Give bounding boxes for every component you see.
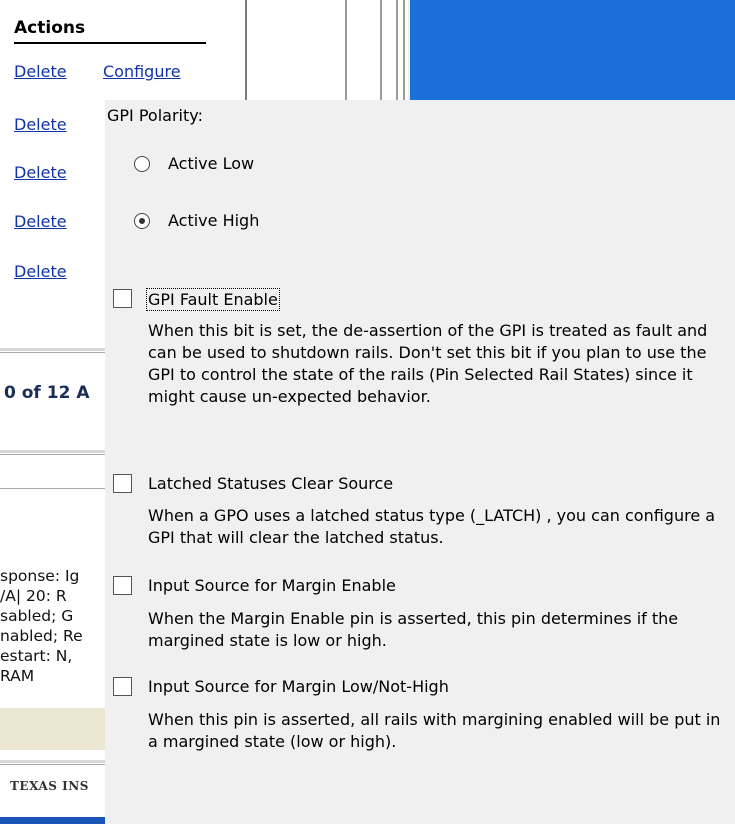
summary-line: nabled; Re xyxy=(0,627,83,645)
company-logo-text: TEXAS INS xyxy=(10,779,89,793)
margin-low-checkbox[interactable] xyxy=(113,677,132,696)
gpi-fault-enable-label[interactable]: GPI Fault Enable xyxy=(146,288,280,311)
gpi-polarity-label: GPI Polarity: xyxy=(107,106,203,125)
footer-bar xyxy=(0,817,105,824)
actions-underline xyxy=(14,42,206,44)
active-low-radio[interactable]: Active Low xyxy=(134,154,294,176)
delete-link[interactable]: Delete xyxy=(14,262,67,281)
summary-line: sabled; G xyxy=(0,607,74,625)
radio-button[interactable] xyxy=(134,156,150,172)
gpi-fault-enable-description: When this bit is set, the de-assertion o… xyxy=(148,321,708,406)
divider xyxy=(0,764,105,765)
panel-divider xyxy=(403,0,405,100)
divider xyxy=(0,760,105,763)
record-count: 0 of 12 A xyxy=(4,383,90,403)
active-low-label: Active Low xyxy=(168,154,255,173)
margin-low-label[interactable]: Input Source for Margin Low/Not-High xyxy=(148,677,449,696)
delete-link[interactable]: Delete xyxy=(14,115,67,134)
radio-selected-dot xyxy=(139,218,145,224)
summary-line: sponse: Ig xyxy=(0,567,80,585)
background-panel-middle xyxy=(248,0,408,100)
panel-divider xyxy=(396,0,398,100)
active-high-label: Active High xyxy=(168,211,260,230)
panel-divider xyxy=(345,0,347,100)
margin-low-description: When this pin is asserted, all rails wit… xyxy=(148,710,721,751)
configure-link[interactable]: Configure xyxy=(103,62,181,81)
margin-enable-checkbox[interactable] xyxy=(113,576,132,595)
delete-link[interactable]: Delete xyxy=(14,62,67,81)
divider xyxy=(0,450,105,453)
margin-enable-description: When the Margin Enable pin is asserted, … xyxy=(148,609,679,650)
margin-enable-label[interactable]: Input Source for Margin Enable xyxy=(148,576,396,595)
divider xyxy=(0,488,105,489)
window-title-bar xyxy=(410,0,735,100)
divider xyxy=(0,348,105,351)
delete-link[interactable]: Delete xyxy=(14,212,67,231)
delete-link[interactable]: Delete xyxy=(14,163,67,182)
latched-clear-source-label[interactable]: Latched Statuses Clear Source xyxy=(148,474,393,493)
actions-heading: Actions xyxy=(14,18,86,38)
latched-clear-source-checkbox[interactable] xyxy=(113,474,132,493)
radio-button-selected[interactable] xyxy=(134,213,150,229)
latched-clear-source-description: When a GPO uses a latched status type (_… xyxy=(148,506,716,547)
summary-line: RAM xyxy=(0,667,35,685)
panel-divider xyxy=(380,0,382,100)
divider xyxy=(0,352,105,353)
panel-divider xyxy=(245,0,247,100)
summary-line: estart: N, xyxy=(0,647,73,665)
summary-line: /A| 20: R xyxy=(0,587,67,605)
active-high-radio[interactable]: Active High xyxy=(134,211,294,233)
gpi-fault-enable-checkbox[interactable] xyxy=(113,289,132,308)
divider xyxy=(0,454,105,455)
footer-band xyxy=(0,708,105,750)
